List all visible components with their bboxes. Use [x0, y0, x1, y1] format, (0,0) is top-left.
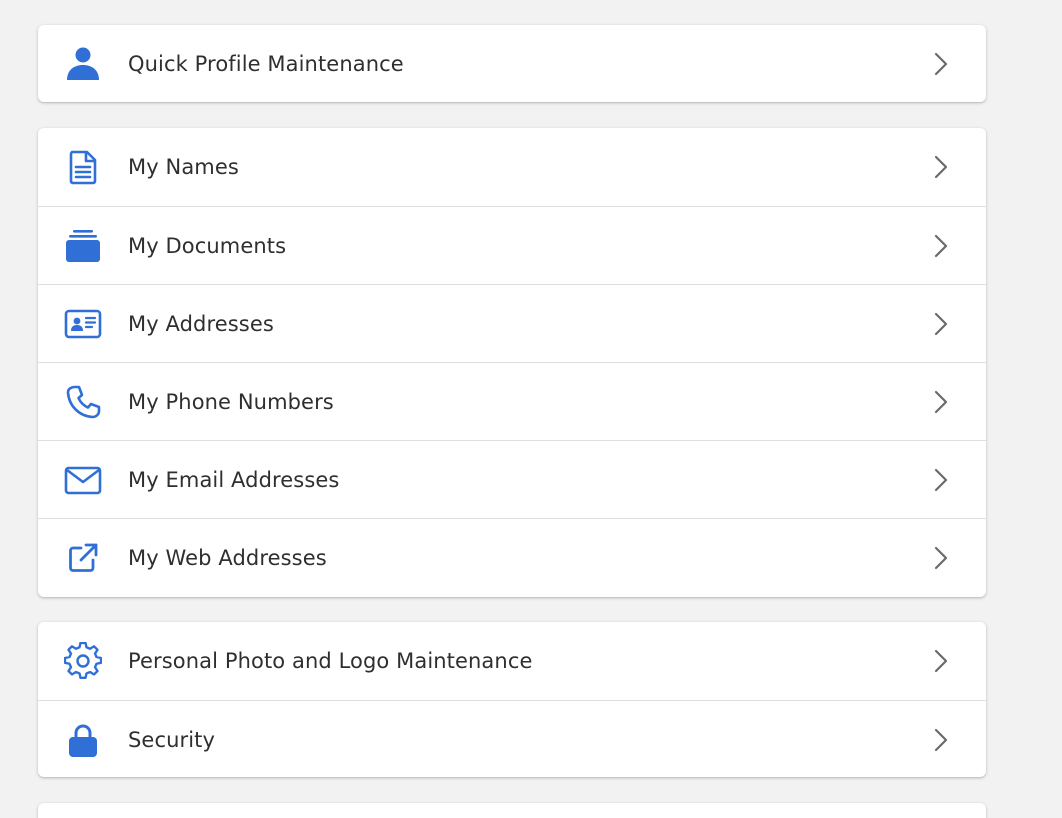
chevron-right-icon: [932, 312, 950, 336]
menu-item-label: My Names: [128, 155, 239, 179]
id-card-icon: [64, 305, 102, 343]
chevron-right-icon: [932, 468, 950, 492]
chevron-right-icon: [932, 52, 950, 76]
menu-item-label: Personal Photo and Logo Maintenance: [128, 649, 533, 673]
menu-item-my-web-addresses[interactable]: My Web Addresses: [38, 518, 986, 596]
menu-item-label: My Addresses: [128, 311, 274, 336]
chevron-right-icon: [932, 234, 950, 258]
menu-item-my-email-addresses[interactable]: My Email Addresses: [38, 440, 986, 518]
menu-item-quick-profile-maintenance[interactable]: Quick Profile Maintenance: [38, 25, 986, 102]
gear-icon: [64, 642, 102, 680]
menu-group-contact-info: My Names My Documents My Addresses My Ph…: [38, 128, 986, 597]
menu-item-label: Security: [128, 727, 216, 752]
menu-item-security[interactable]: Security: [38, 700, 986, 777]
profile-menu-page: Quick Profile Maintenance My Names My Do…: [0, 0, 1062, 818]
phone-icon: [64, 383, 102, 421]
menu-item-my-phone-numbers[interactable]: My Phone Numbers: [38, 362, 986, 440]
menu-item-label: My Phone Numbers: [128, 389, 334, 414]
document-icon: [64, 148, 102, 186]
external-link-icon: [64, 539, 102, 577]
chevron-right-icon: [932, 390, 950, 414]
chevron-right-icon: [932, 155, 950, 179]
menu-item-my-names[interactable]: My Names: [38, 128, 986, 206]
menu-item-label: My Documents: [128, 233, 287, 258]
menu-item-my-addresses[interactable]: My Addresses: [38, 284, 986, 362]
user-icon: [64, 45, 102, 83]
menu-item-my-documents[interactable]: My Documents: [38, 206, 986, 284]
menu-item-label: My Web Addresses: [128, 545, 327, 570]
menu-group-profile: Quick Profile Maintenance: [38, 25, 986, 102]
menu-group-more: [38, 803, 986, 818]
chevron-right-icon: [932, 649, 950, 673]
menu-item-personal-photo-and-logo-maintenance[interactable]: Personal Photo and Logo Maintenance: [38, 622, 986, 700]
chevron-right-icon: [932, 546, 950, 570]
menu-item-label: My Email Addresses: [128, 467, 340, 492]
stack-icon: [64, 227, 102, 265]
envelope-icon: [64, 461, 102, 499]
menu-group-account: Personal Photo and Logo Maintenance Secu…: [38, 622, 986, 777]
lock-icon: [64, 721, 102, 759]
menu-item-label: Quick Profile Maintenance: [128, 51, 404, 76]
chevron-right-icon: [932, 728, 950, 752]
